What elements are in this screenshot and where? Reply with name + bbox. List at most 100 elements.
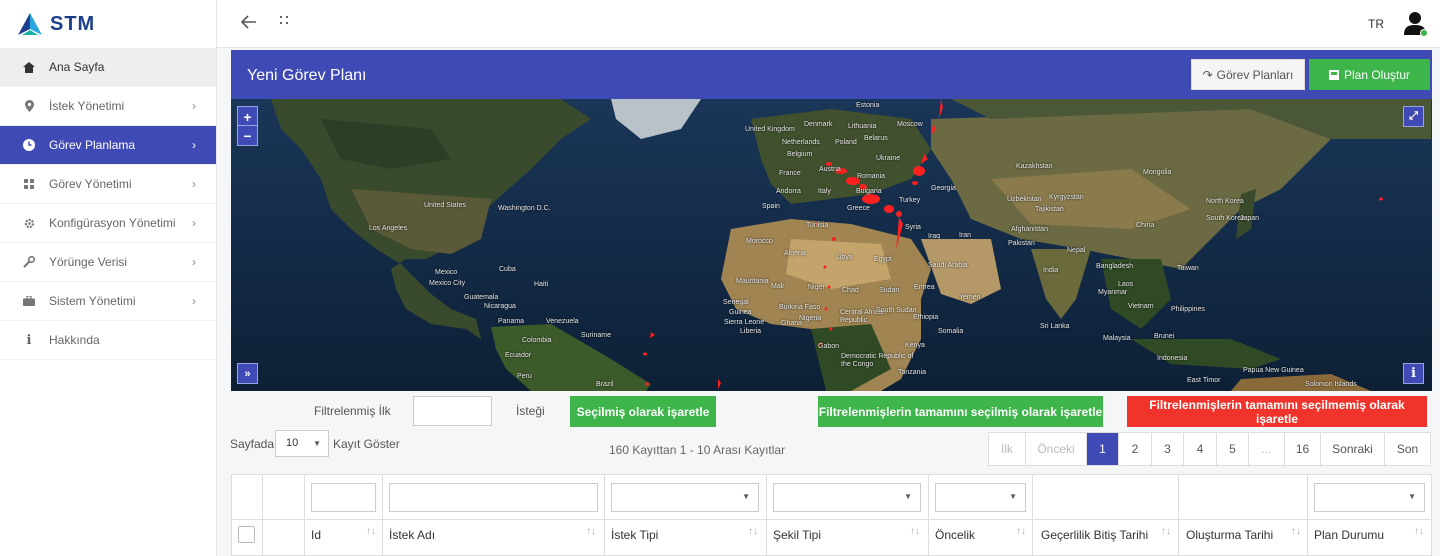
page-size-select[interactable]: 10 ▼	[275, 430, 329, 457]
map-label: Greece	[847, 205, 870, 212]
save-icon	[1328, 69, 1339, 80]
map-fullscreen-button[interactable]: ⤢	[1403, 106, 1424, 127]
map-label: Somalia	[938, 328, 964, 335]
map-label: Papua New Guinea	[1243, 367, 1304, 374]
sidebar-item-home[interactable]: Ana Sayfa	[0, 48, 216, 87]
map-label: Mexico City	[429, 280, 466, 287]
sidebar-item-configuration-management[interactable]: Konfigürasyon Yönetimi ›	[0, 204, 216, 243]
chevron-right-icon: ›	[192, 99, 196, 113]
page-4-button[interactable]: 4	[1184, 433, 1217, 465]
map-label: Liberia	[740, 328, 762, 335]
map-label: Georgia	[931, 185, 956, 192]
page-2-button[interactable]: 2	[1119, 433, 1152, 465]
column-header-request-name[interactable]: İstek Adı	[389, 528, 435, 542]
map-pin-icon	[20, 100, 38, 112]
map-label: Tajikistan	[1035, 206, 1064, 213]
sidebar-item-label: Ana Sayfa	[49, 60, 105, 74]
map-label: Ukraine	[876, 155, 901, 162]
sort-icon[interactable]: ↑↓	[586, 526, 596, 537]
map-label: Senegal	[723, 299, 749, 306]
sidebar-item-task-planning[interactable]: Görev Planlama ›	[0, 126, 216, 165]
map-label: Guatemala	[464, 294, 499, 301]
sidebar-item-request-management[interactable]: İstek Yönetimi ›	[0, 87, 216, 126]
caret-down-icon: ▼	[1408, 492, 1416, 501]
page-size-value: 10	[286, 437, 299, 449]
column-header-expiry-date[interactable]: Geçerlilik Bitiş Tarihi	[1041, 528, 1148, 542]
map-label: Mexico	[435, 269, 458, 276]
map-label: Libya	[836, 254, 853, 261]
wrench-icon	[20, 256, 38, 268]
mark-all-selected-button[interactable]: Filtrelenmişlerin tamamını seçilmiş olar…	[818, 396, 1103, 427]
sidebar-item-label: Sistem Yönetimi	[49, 294, 136, 308]
sort-icon[interactable]: ↑↓	[910, 526, 920, 537]
sidebar-item-about[interactable]: i Hakkında	[0, 321, 216, 360]
map-label: Belgium	[787, 151, 813, 158]
map-label: Sudan	[879, 287, 900, 294]
user-avatar-icon[interactable]	[1404, 11, 1428, 37]
id-filter-input[interactable]	[311, 483, 376, 512]
page-3-button[interactable]: 3	[1152, 433, 1184, 465]
map-label: Ethiopia	[913, 314, 939, 321]
fullscreen-icon[interactable]	[279, 14, 289, 28]
plan-status-filter-select[interactable]: ▼	[1314, 483, 1425, 512]
type-filter-select[interactable]: ▼	[611, 483, 759, 512]
map-label: China	[1136, 222, 1155, 229]
column-header-request-type[interactable]: İstek Tipi	[611, 528, 658, 542]
mark-all-unselected-button[interactable]: Filtrelenmişlerin tamamını seçilmemiş ol…	[1127, 396, 1427, 427]
sort-icon[interactable]: ↑↓	[1016, 526, 1026, 537]
world-map[interactable]: Estonia Moscow United Kingdom Denmark Li…	[231, 99, 1432, 391]
sidebar-item-label: Konfigürasyon Yönetimi	[49, 216, 176, 230]
map-label: Iran	[959, 232, 972, 239]
page-prev-button[interactable]: Önceki	[1026, 433, 1087, 465]
sidebar-item-task-management[interactable]: Görev Yönetimi ›	[0, 165, 216, 204]
map-label: Austria	[819, 166, 841, 173]
page-5-button[interactable]: 5	[1217, 433, 1249, 465]
clock-icon	[20, 139, 38, 151]
priority-filter-select[interactable]: ▼	[935, 483, 1026, 512]
map-label: Democratic Republic of the Congo	[841, 353, 914, 368]
sort-icon[interactable]: ↑↓	[366, 526, 376, 537]
sidebar-item-orbit-data[interactable]: Yörünge Verisi ›	[0, 243, 216, 282]
map-sidebar-toggle-button[interactable]: »	[237, 363, 258, 384]
page-first-button[interactable]: İlk	[989, 433, 1026, 465]
zoom-out-button[interactable]: −	[237, 125, 258, 146]
logo[interactable]: STM	[0, 0, 216, 48]
map-label: Netherlands	[782, 139, 820, 146]
column-header-creation-date[interactable]: Oluşturma Tarihi	[1186, 528, 1273, 542]
page-next-button[interactable]: Sonraki	[1321, 433, 1385, 465]
sort-icon[interactable]: ↑↓	[1414, 526, 1424, 537]
map-label: Niger	[808, 284, 825, 291]
create-plan-button[interactable]: Plan Oluştur	[1309, 59, 1430, 90]
sidebar-item-label: Görev Planlama	[49, 138, 136, 152]
mark-selected-button[interactable]: Seçilmiş olarak işaretle	[570, 396, 716, 427]
page-16-button[interactable]: 16	[1285, 433, 1321, 465]
map-label: Colombia	[522, 337, 552, 344]
map-label: Egypt	[874, 256, 892, 263]
column-header-priority[interactable]: Öncelik	[935, 528, 975, 542]
filter-request-label: İsteği	[516, 404, 545, 418]
filter-count-input[interactable]	[413, 396, 492, 426]
page-size-suffix: Kayıt Göster	[333, 437, 400, 451]
select-all-checkbox[interactable]	[238, 526, 255, 543]
map-label: Nicaragua	[484, 303, 516, 310]
shape-filter-select[interactable]: ▼	[773, 483, 921, 512]
map-label: Turkey	[899, 197, 921, 204]
sidebar-item-system-management[interactable]: Sistem Yönetimi ›	[0, 282, 216, 321]
sort-icon[interactable]: ↑↓	[1291, 526, 1301, 537]
map-info-button[interactable]: i	[1403, 363, 1424, 384]
back-arrow-icon[interactable]	[240, 15, 257, 34]
column-header-id[interactable]: Id	[311, 528, 321, 542]
name-filter-input[interactable]	[389, 483, 598, 512]
page-1-button[interactable]: 1	[1087, 433, 1119, 465]
sort-icon[interactable]: ↑↓	[1161, 526, 1171, 537]
sort-icon[interactable]: ↑↓	[748, 526, 758, 537]
task-plans-button[interactable]: ↷ Görev Planları	[1191, 59, 1305, 90]
map-label: Cuba	[499, 266, 516, 273]
column-header-shape-type[interactable]: Şekil Tipi	[773, 528, 821, 542]
page-last-button[interactable]: Son	[1385, 433, 1430, 465]
briefcase-icon	[20, 296, 38, 306]
language-selector[interactable]: TR	[1368, 17, 1384, 31]
map-label: Lithuania	[848, 123, 877, 130]
zoom-in-button[interactable]: +	[237, 106, 258, 127]
column-header-plan-status[interactable]: Plan Durumu	[1314, 528, 1384, 542]
